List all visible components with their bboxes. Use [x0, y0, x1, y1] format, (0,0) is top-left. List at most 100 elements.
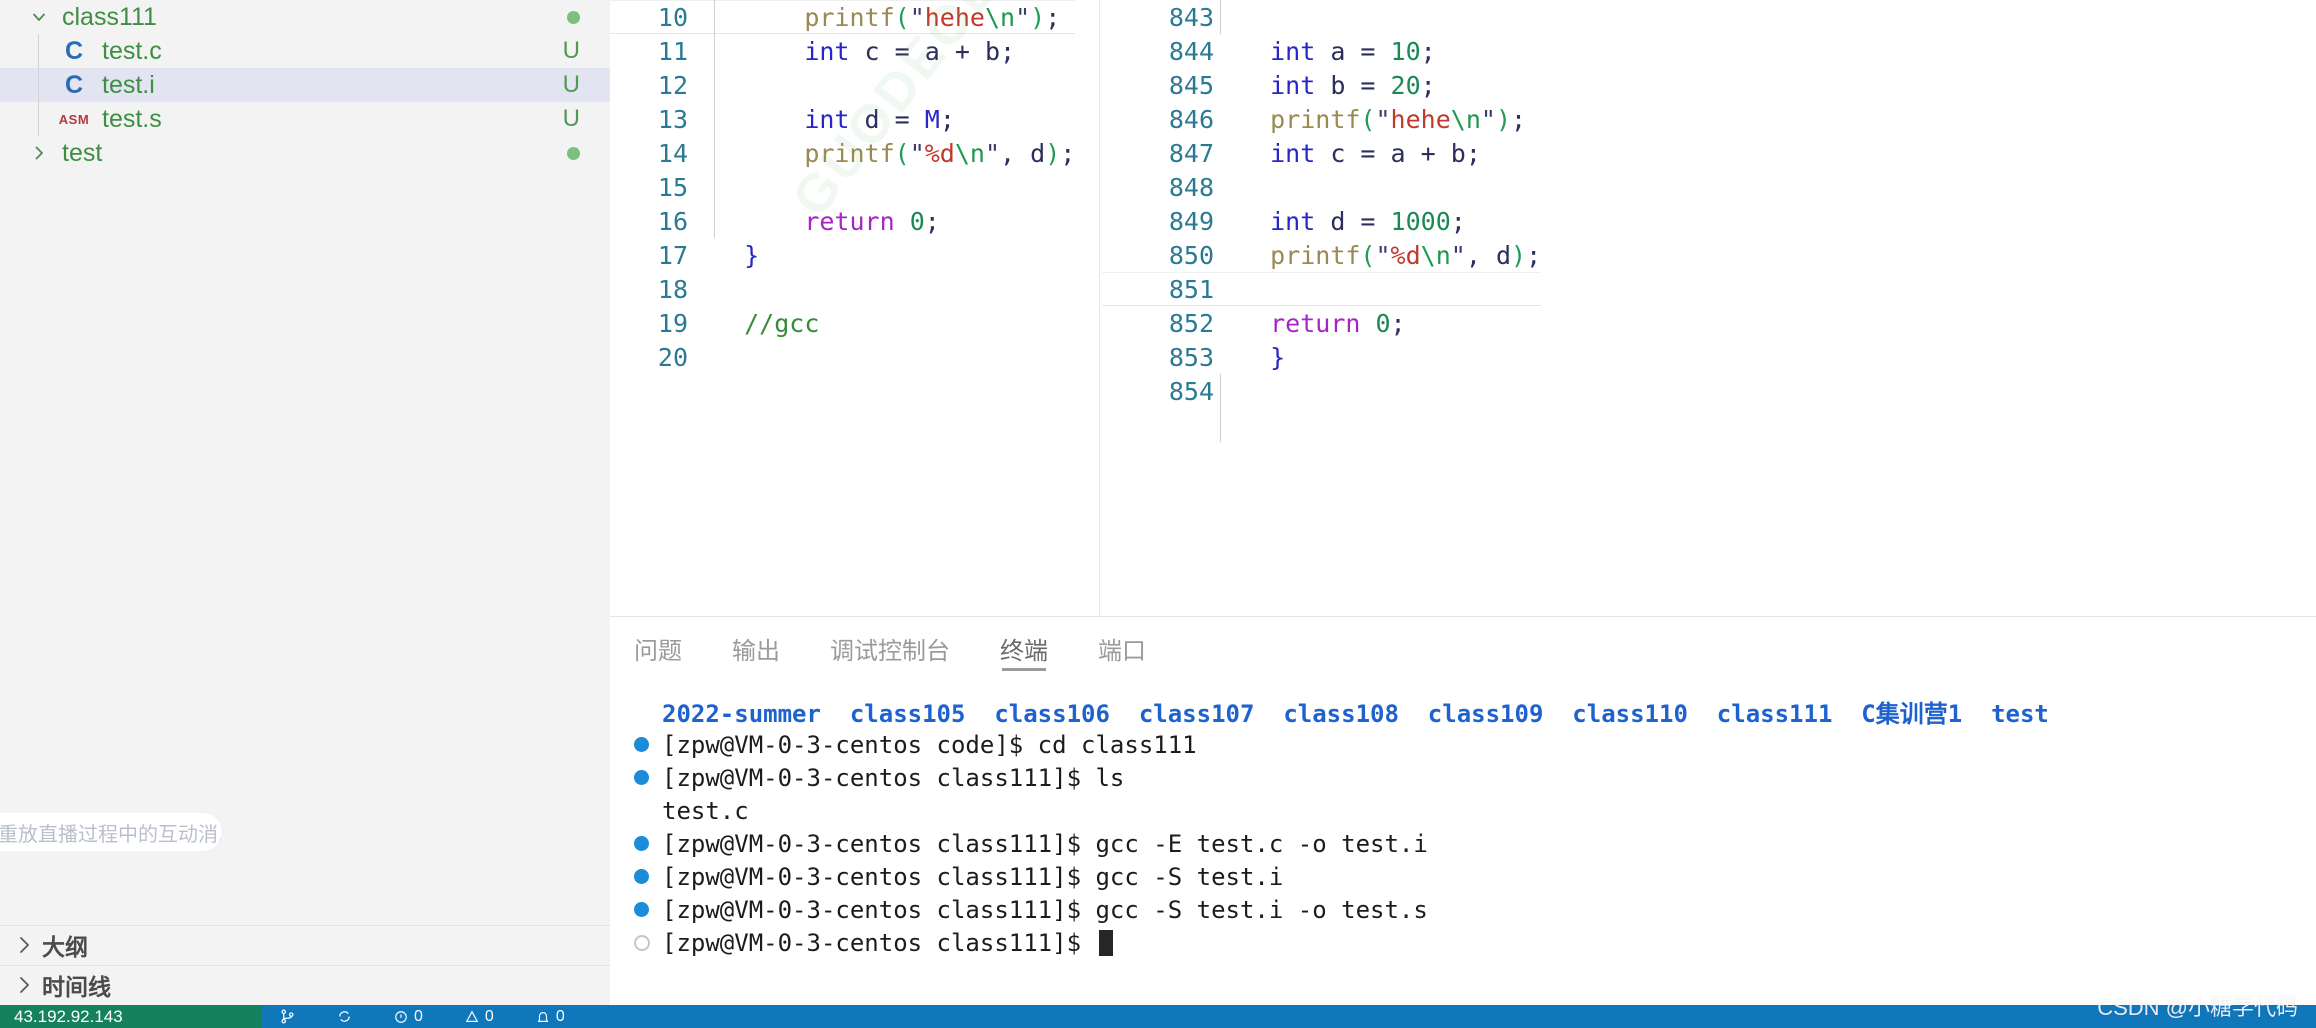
tree-file-label: test.c — [102, 36, 162, 65]
line-number: 20 — [657, 342, 688, 372]
terminal-directory-listing: 2022-summer class105 class106 class107 c… — [634, 695, 2316, 728]
sidebar-section-outline[interactable]: 大纲 — [0, 925, 610, 963]
status-branch[interactable] — [280, 1009, 295, 1024]
chevron-right-icon — [8, 934, 42, 956]
code-line[interactable]: 13 int d = M; — [610, 102, 1075, 136]
git-status-badge: U — [562, 37, 580, 64]
code-line[interactable]: 846 printf("hehe\n"); — [1102, 102, 1541, 136]
status-warnings[interactable]: 0 — [465, 1008, 494, 1026]
terminal-line-text: [zpw@VM-0-3-centos class111]$ ls — [662, 763, 1125, 792]
line-number: 14 — [657, 138, 688, 168]
panel-tab-问题[interactable]: 问题 — [634, 617, 682, 679]
code-line[interactable]: 12 — [610, 68, 1075, 102]
code-line[interactable]: 853 } — [1102, 340, 1541, 374]
sidebar-section-timeline[interactable]: 时间线 — [0, 965, 610, 1003]
code-line[interactable]: 17 } — [610, 238, 1075, 272]
line-number: 17 — [657, 240, 688, 270]
line-content: int d = M; — [804, 104, 955, 134]
panel-tab-输出[interactable]: 输出 — [732, 617, 780, 679]
sidebar-section-timeline-label: 时间线 — [42, 973, 111, 1000]
git-status-badge: U — [562, 105, 580, 132]
code-line[interactable]: 11 int c = a + b; — [610, 34, 1075, 68]
line-content: printf("%d\n", d); — [804, 138, 1076, 168]
tree-row-class111[interactable]: class111 — [0, 0, 610, 34]
status-remote-indicator[interactable]: 43.192.92.143 — [0, 1005, 262, 1028]
sync-icon — [339, 1011, 350, 1022]
line-number: 18 — [657, 274, 688, 304]
editor-pane-right[interactable]: 843 844 int a = 10; 845 int b = 20; 846 pri… — [1102, 0, 2316, 616]
status-bar: 43.192.92.143 0 0 0 — [0, 1005, 2316, 1028]
code-line[interactable]: 854 — [1102, 374, 1541, 408]
status-notifications[interactable]: 0 — [536, 1008, 565, 1026]
code-line[interactable]: 20 — [610, 340, 1075, 374]
line-content: return 0; — [804, 206, 940, 236]
status-sync[interactable] — [337, 1009, 352, 1024]
terminal-line: [zpw@VM-0-3-centos class111]$ ls — [634, 761, 2316, 794]
editor-indent-bar-top — [1220, 0, 1221, 34]
tree-row-test-i[interactable]: Ctest.i U — [0, 68, 610, 102]
code-line[interactable]: 849 int d = 1000; — [1102, 204, 1541, 238]
line-content: } — [744, 240, 760, 270]
code-line[interactable]: 843 — [1102, 0, 1541, 34]
line-number: 11 — [657, 36, 688, 66]
code-line[interactable]: 18 — [610, 272, 1075, 306]
line-number: 847 — [1168, 138, 1214, 168]
command-decoration-icon — [634, 803, 662, 818]
panel-tab-终端[interactable]: 终端 — [1000, 617, 1048, 679]
folder-status-dot — [567, 10, 580, 24]
command-decoration-icon — [634, 902, 662, 917]
tree-folder-label: test — [62, 138, 103, 167]
terminal-cursor — [1099, 929, 1114, 956]
code-line[interactable]: 16 return 0; — [610, 204, 1075, 238]
asm-file-icon: ASM — [58, 111, 90, 127]
panel-tab-bar: 问题 输出 调试控制台 终端 端口 — [610, 617, 2316, 679]
line-number: 16 — [657, 206, 688, 236]
tree-indent-guide — [38, 34, 39, 136]
terminal-line-text: [zpw@VM-0-3-centos class111]$ gcc -S tes… — [662, 895, 1428, 924]
terminal-line: [zpw@VM-0-3-centos class111]$ — [634, 926, 2316, 959]
code-lines-right[interactable]: 843 844 int a = 10; 845 int b = 20; 846 pri… — [1102, 0, 1542, 408]
chevron-down-icon — [24, 8, 54, 26]
command-decoration-icon — [634, 869, 662, 884]
editor-group: 10 printf("hehe\n"); 11 int c = a + b; 12 1… — [610, 0, 2316, 616]
terminal-line: [zpw@VM-0-3-centos code]$ cd class111 — [634, 728, 2316, 761]
code-line[interactable]: 845 int b = 20; — [1102, 68, 1541, 102]
line-number: 846 — [1168, 104, 1214, 134]
terminal-command-lines: [zpw@VM-0-3-centos code]$ cd class111 [zp… — [634, 728, 2316, 959]
status-errors-count: 0 — [414, 1007, 423, 1025]
code-line[interactable]: 844 int a = 10; — [1102, 34, 1541, 68]
code-lines-left[interactable]: 10 printf("hehe\n"); 11 int c = a + b; 12 1… — [610, 0, 1076, 374]
code-line[interactable]: 14 printf("%d\n", d); — [610, 136, 1075, 170]
line-number: 849 — [1168, 206, 1214, 236]
folder-status-dot — [567, 146, 580, 160]
line-content: int b = 20; — [1270, 70, 1436, 100]
error-icon — [395, 1010, 407, 1023]
editor-pane-left[interactable]: 10 printf("hehe\n"); 11 int c = a + b; 12 1… — [610, 0, 1100, 616]
code-line[interactable]: 850 printf("%d\n", d); — [1102, 238, 1541, 272]
tree-row-test[interactable]: test — [0, 136, 610, 170]
panel-tab-端口[interactable]: 端口 — [1098, 617, 1146, 679]
terminal-line: [zpw@VM-0-3-centos class111]$ gcc -E tes… — [634, 827, 2316, 860]
code-line[interactable]: 852 return 0; — [1102, 306, 1541, 340]
tree-row-test-c[interactable]: Ctest.c U — [0, 34, 610, 68]
line-number: 851 — [1168, 274, 1214, 304]
terminal-output[interactable]: 2022-summer class105 class106 class107 c… — [610, 679, 2316, 1005]
code-line[interactable]: 847 int c = a + b; — [1102, 136, 1541, 170]
code-line[interactable]: 851 — [1102, 272, 1542, 306]
code-line[interactable]: 10 printf("hehe\n"); — [610, 0, 1076, 34]
line-content: printf("%d\n", d); — [1270, 240, 1542, 270]
tree-file-label: test.s — [102, 104, 162, 133]
status-remote-label: 43.192.92.143 — [14, 1006, 123, 1026]
command-decoration-icon — [634, 770, 662, 785]
command-decoration-icon — [634, 836, 662, 851]
code-line[interactable]: 15 — [610, 170, 1075, 204]
line-content: int c = a + b; — [804, 36, 1016, 66]
panel-tab-调试控制台[interactable]: 调试控制台 — [830, 617, 950, 679]
line-content: return 0; — [1270, 308, 1406, 338]
editor-indent-bar — [714, 0, 715, 238]
tree-row-test-s[interactable]: ASM test.s U — [0, 102, 610, 136]
status-errors[interactable]: 0 — [394, 1008, 423, 1026]
code-line[interactable]: 848 — [1102, 170, 1541, 204]
terminal-line: test.c — [634, 794, 2316, 827]
code-line[interactable]: 19 //gcc — [610, 306, 1075, 340]
